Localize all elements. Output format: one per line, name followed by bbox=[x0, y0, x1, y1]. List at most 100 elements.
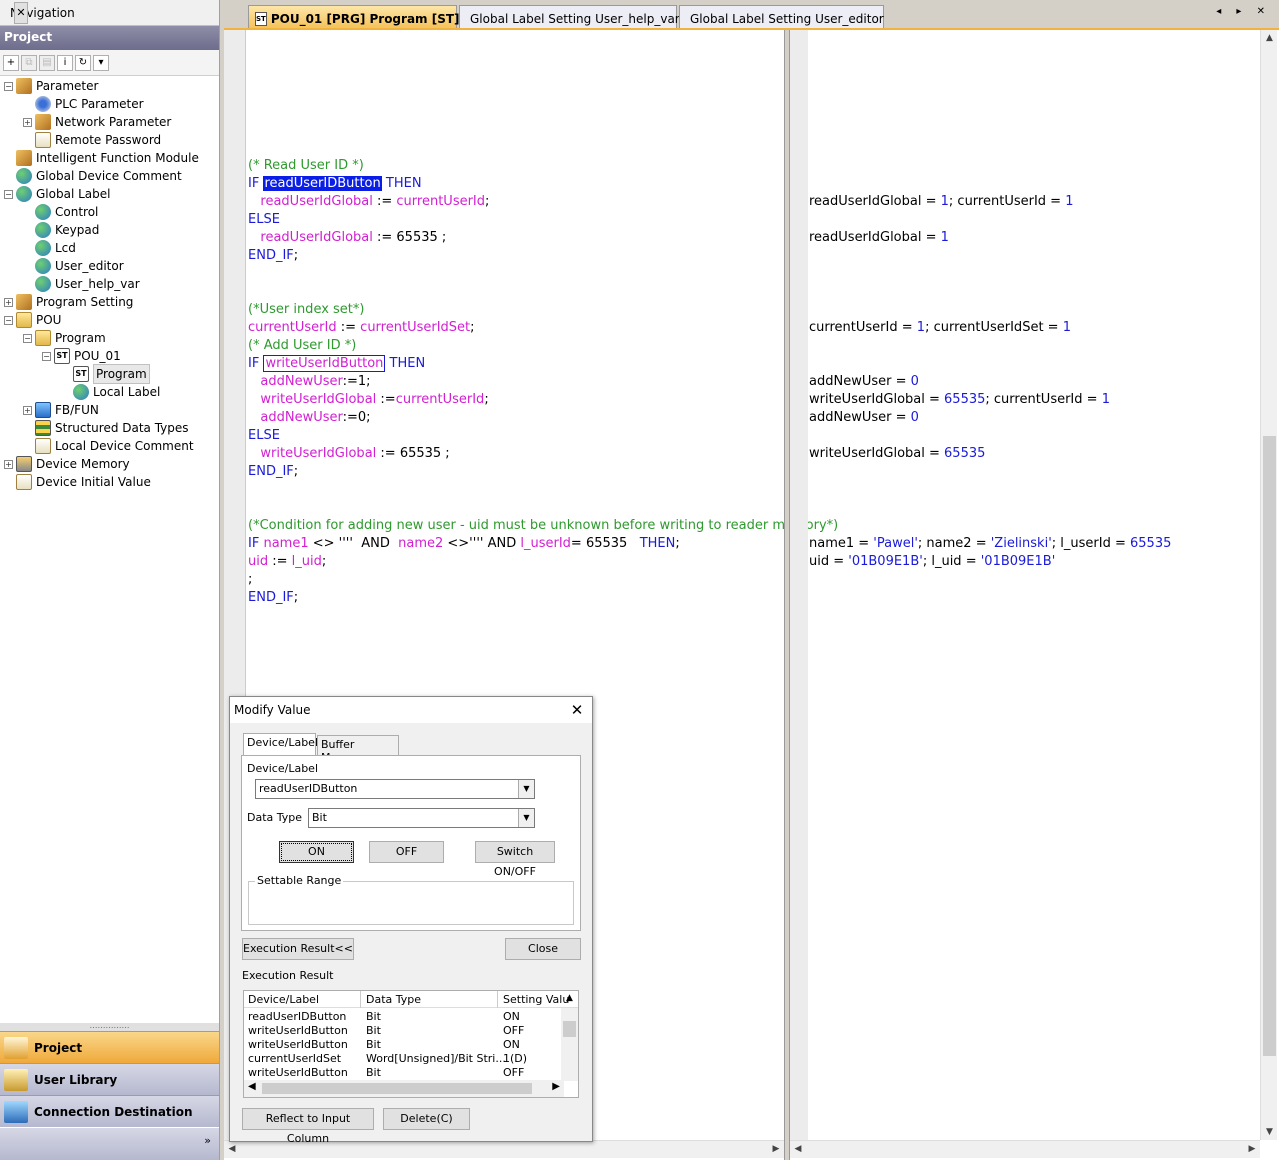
scroll-left-icon[interactable]: ◀ bbox=[248, 1081, 256, 1092]
paste-icon[interactable]: ▤ bbox=[39, 54, 55, 71]
tree-item[interactable]: Local Device Comment bbox=[23, 437, 194, 455]
tree-item-label: Program bbox=[55, 331, 106, 345]
reflect-to-input-column-button[interactable]: Reflect to Input Column bbox=[242, 1108, 374, 1145]
monitor-line-token: addNewUser = bbox=[809, 410, 911, 425]
close-button[interactable]: Close bbox=[505, 938, 581, 960]
collapse-icon[interactable]: − bbox=[4, 315, 13, 325]
monitor-line-token: 1 bbox=[1101, 392, 1110, 407]
doc-icon bbox=[35, 438, 51, 454]
copy-icon[interactable]: ⧉ bbox=[21, 54, 37, 71]
code-line-token: writeUserIdGlobal bbox=[248, 392, 377, 407]
expand-icon[interactable]: + bbox=[4, 297, 13, 307]
tree-item[interactable]: Device Initial Value bbox=[4, 473, 151, 491]
collapse-icon[interactable]: − bbox=[42, 351, 51, 361]
result-data-type: Bit bbox=[366, 1024, 381, 1037]
result-row[interactable]: readUserIDButton Bit ON bbox=[244, 1010, 562, 1024]
tab-global-label-user-help-var[interactable]: Global Label Setting User_help_var bbox=[459, 5, 680, 28]
tab-global-label-user-editor[interactable]: Global Label Setting User_editor bbox=[679, 5, 884, 28]
tree-item[interactable]: Structured Data Types bbox=[23, 419, 189, 437]
tab-device-label[interactable]: Device/Label bbox=[243, 733, 318, 756]
result-row[interactable]: currentUserIdSet Word[Unsigned]/Bit Stri.… bbox=[244, 1052, 562, 1066]
tab-pou01-program[interactable]: ST POU_01 [PRG] Program [ST] ✕ bbox=[248, 5, 478, 28]
scroll-right-icon[interactable]: ▶ bbox=[768, 1141, 784, 1158]
column-header-device-label[interactable]: Device/Label bbox=[248, 993, 319, 1006]
tree-item[interactable]: + FB/FUN bbox=[23, 401, 99, 419]
result-row[interactable]: writeUserIdButton Bit OFF bbox=[244, 1066, 562, 1080]
tree-item[interactable]: Control bbox=[23, 203, 98, 221]
tree-item[interactable]: Local Label bbox=[61, 383, 160, 401]
tree-item[interactable]: − Parameter bbox=[4, 77, 98, 95]
code-line: IF name1 <> '''' AND name2 <>'''' AND l_… bbox=[248, 535, 680, 553]
tree-item[interactable]: − POU bbox=[4, 311, 61, 329]
pane-splitter[interactable]: …………… bbox=[0, 1022, 219, 1031]
tree-item[interactable]: + Device Memory bbox=[4, 455, 130, 473]
close-icon[interactable]: ✕ bbox=[14, 1, 28, 24]
result-vertical-scrollbar[interactable] bbox=[561, 1008, 578, 1081]
tree-item[interactable]: User_editor bbox=[23, 257, 124, 275]
tree-item[interactable]: PLC Parameter bbox=[23, 95, 144, 113]
new-item-icon[interactable]: + bbox=[3, 54, 19, 71]
off-button[interactable]: OFF bbox=[369, 841, 444, 863]
result-row[interactable]: writeUserIdButton Bit OFF bbox=[244, 1024, 562, 1038]
tree-item[interactable]: − ST POU_01 bbox=[42, 347, 121, 365]
device-label-combo[interactable]: readUserIDButton ▼ bbox=[255, 779, 535, 799]
tree-item[interactable]: Keypad bbox=[23, 221, 99, 239]
chevron-down-icon[interactable]: ▼ bbox=[518, 780, 534, 798]
scroll-left-icon[interactable]: ◀ bbox=[790, 1141, 806, 1158]
code-line-token: ; bbox=[470, 320, 475, 335]
close-icon[interactable]: ✕ bbox=[562, 701, 592, 719]
refresh-icon[interactable]: ↻ bbox=[75, 54, 91, 71]
chevron-down-icon[interactable]: ▼ bbox=[518, 809, 534, 827]
column-header-setting-value[interactable]: Setting Valu bbox=[503, 993, 569, 1006]
tree-item[interactable]: − Program bbox=[23, 329, 106, 347]
result-row[interactable]: writeUserIdButton Bit ON bbox=[244, 1038, 562, 1052]
info-icon[interactable]: i bbox=[57, 54, 73, 71]
scroll-left-icon[interactable]: ◀ bbox=[224, 1141, 240, 1158]
data-type-combo[interactable]: Bit ▼ bbox=[308, 808, 535, 828]
on-button[interactable]: ON bbox=[279, 841, 354, 863]
scroll-thumb[interactable] bbox=[1263, 436, 1276, 1056]
tree-item[interactable]: Lcd bbox=[23, 239, 76, 257]
tree-item[interactable]: + Network Parameter bbox=[23, 113, 171, 131]
connection-destination-label: Connection Destination bbox=[34, 1104, 193, 1119]
delete-button[interactable]: Delete(C) bbox=[383, 1108, 470, 1130]
chevron-up-icon[interactable]: ▲ bbox=[566, 993, 573, 1003]
tab-buffer-memory[interactable]: Buffer Memory bbox=[317, 735, 399, 764]
tab-navigation-controls[interactable]: ◂ ▸ ✕ bbox=[1216, 6, 1271, 17]
expand-icon[interactable]: + bbox=[23, 117, 32, 127]
tree-item[interactable]: + Program Setting bbox=[4, 293, 133, 311]
collapse-icon[interactable]: − bbox=[4, 189, 13, 199]
tree-item[interactable]: Remote Password bbox=[23, 131, 161, 149]
tree-item[interactable]: ST Program bbox=[61, 364, 150, 384]
scroll-right-icon[interactable]: ▶ bbox=[1244, 1141, 1260, 1158]
result-horizontal-scrollbar[interactable]: ◀ ▶ bbox=[244, 1080, 564, 1097]
more-buttons-icon[interactable]: » bbox=[0, 1128, 219, 1160]
column-header-data-type[interactable]: Data Type bbox=[366, 993, 421, 1006]
monitor-line: writeUserIdGlobal = 65535 bbox=[809, 445, 985, 463]
collapse-icon[interactable]: − bbox=[23, 333, 32, 343]
tree-item[interactable]: User_help_var bbox=[23, 275, 140, 293]
result-setting-value: OFF bbox=[503, 1024, 525, 1037]
expand-icon[interactable]: + bbox=[4, 459, 13, 469]
tree-item[interactable]: Global Device Comment bbox=[4, 167, 182, 185]
execution-result-list[interactable]: Device/Label Data Type Setting Valu ▲ re… bbox=[243, 990, 579, 1098]
code-line: (* Read User ID *) bbox=[248, 157, 364, 175]
user-library-button[interactable]: User Library bbox=[0, 1063, 219, 1095]
switch-on-off-button[interactable]: Switch ON/OFF bbox=[475, 841, 555, 878]
collapse-icon[interactable]: − bbox=[4, 81, 13, 91]
vertical-scrollbar[interactable]: ▲ ▼ bbox=[1260, 30, 1277, 1140]
monitor-line-token: 65535 bbox=[944, 392, 986, 407]
project-view-button[interactable]: Project bbox=[0, 1031, 219, 1063]
code-line-token: := bbox=[336, 320, 361, 335]
tree-item[interactable]: − Global Label bbox=[4, 185, 110, 203]
tree-item[interactable]: Intelligent Function Module bbox=[4, 149, 199, 167]
expand-icon[interactable]: + bbox=[23, 405, 32, 415]
scroll-up-icon[interactable]: ▲ bbox=[1261, 30, 1278, 46]
scroll-right-icon[interactable]: ▶ bbox=[552, 1081, 560, 1092]
project-toolbar: + ⧉ ▤ i ↻ ▾ bbox=[0, 50, 219, 76]
display-options-icon[interactable]: ▾ bbox=[93, 54, 109, 71]
connection-destination-button[interactable]: Connection Destination bbox=[0, 1095, 219, 1127]
execution-result-toggle-button[interactable]: Execution Result<< bbox=[242, 938, 354, 960]
horizontal-scrollbar-right[interactable]: ◀ ▶ bbox=[790, 1140, 1260, 1158]
scroll-down-icon[interactable]: ▼ bbox=[1261, 1124, 1278, 1140]
